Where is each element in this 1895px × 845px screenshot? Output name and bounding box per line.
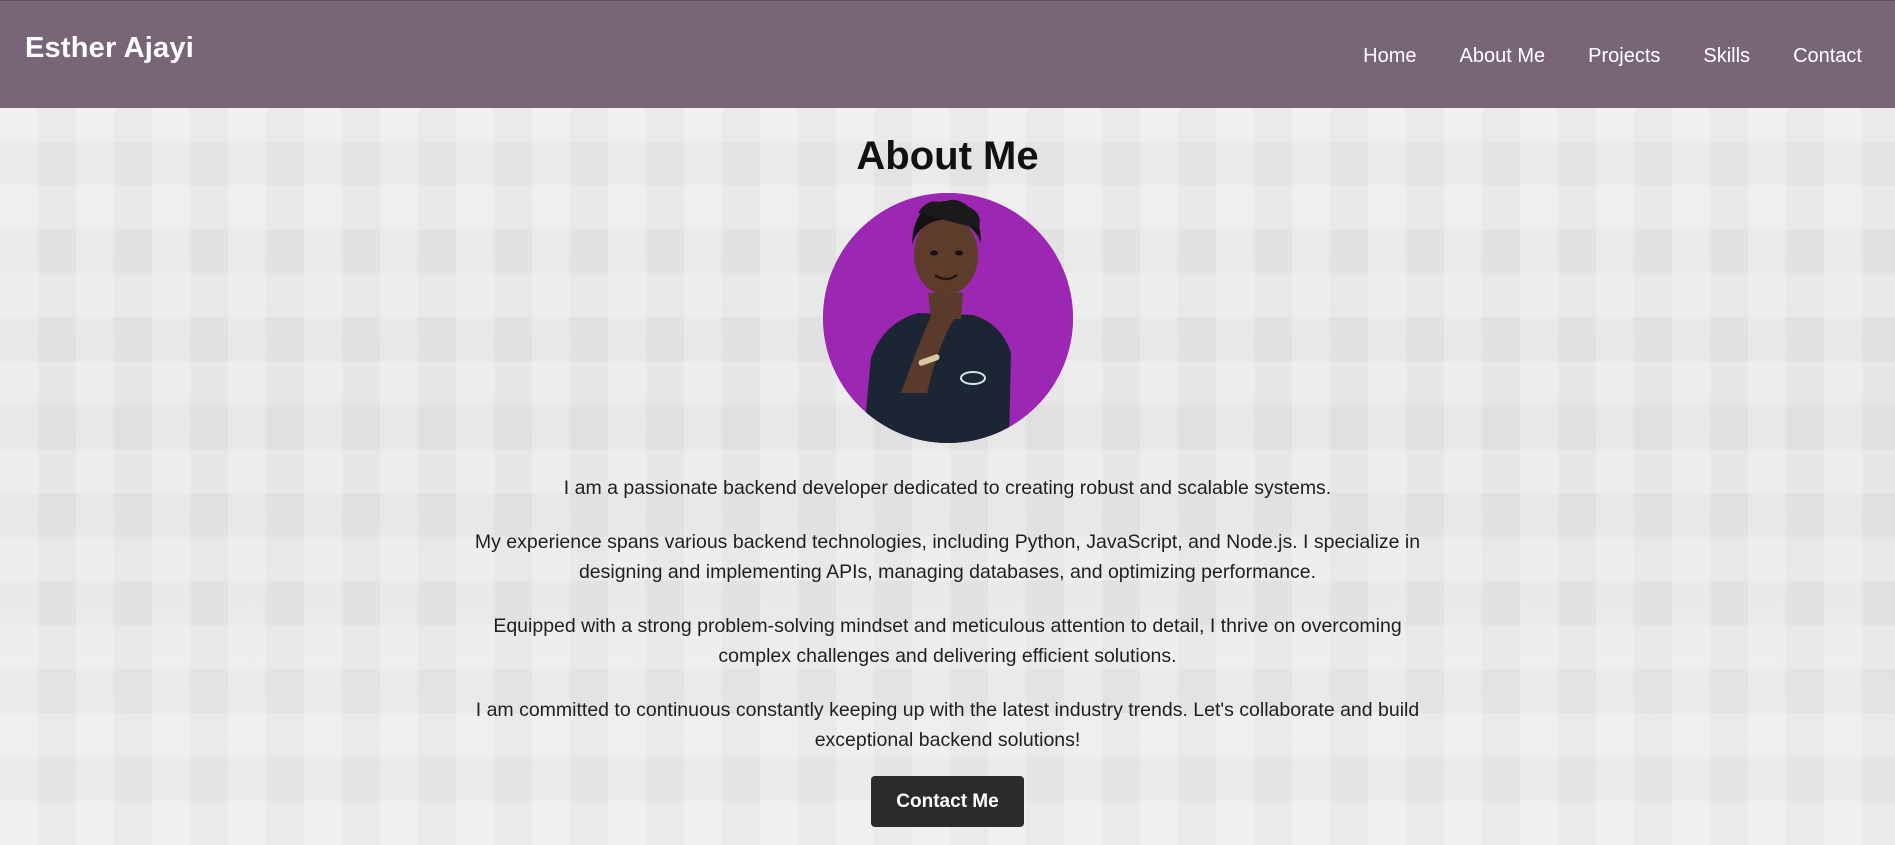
site-logo-text[interactable]: Esther Ajayi bbox=[25, 32, 194, 65]
profile-photo bbox=[822, 193, 1073, 443]
nav-item-home: Home bbox=[1363, 45, 1416, 68]
contact-me-button[interactable]: Contact Me bbox=[871, 776, 1024, 827]
bio-paragraph-2: My experience spans various backend tech… bbox=[474, 531, 1421, 583]
nav-item-contact: Contact bbox=[1793, 45, 1862, 68]
section-heading: About Me bbox=[856, 134, 1039, 178]
bio-paragraph-4: I am committed to continuous constantly … bbox=[475, 699, 1420, 751]
nav-link-contact[interactable]: Contact bbox=[1793, 45, 1862, 67]
nav-link-about[interactable]: About Me bbox=[1460, 45, 1546, 67]
nav-item-projects: Projects bbox=[1588, 45, 1660, 68]
about-section: About Me I am a passionate backend devel… bbox=[0, 108, 1895, 827]
bio-text: I am a passionate backend developer dedi… bbox=[448, 473, 1448, 755]
nav-item-about: About Me bbox=[1460, 45, 1546, 68]
nav-link-projects[interactable]: Projects bbox=[1588, 45, 1660, 67]
main-nav: Home About Me Projects Skills Contact bbox=[1363, 45, 1862, 68]
nav-link-home[interactable]: Home bbox=[1363, 45, 1416, 67]
nav-link-skills[interactable]: Skills bbox=[1703, 45, 1750, 67]
bio-paragraph-1: I am a passionate backend developer dedi… bbox=[563, 477, 1332, 499]
site-header: Esther Ajayi Home About Me Projects Skil… bbox=[0, 0, 1895, 108]
nav-item-skills: Skills bbox=[1703, 45, 1750, 68]
bio-paragraph-3: Equipped with a strong problem-solving m… bbox=[493, 615, 1402, 667]
profile-photo-illustration bbox=[822, 193, 1073, 443]
